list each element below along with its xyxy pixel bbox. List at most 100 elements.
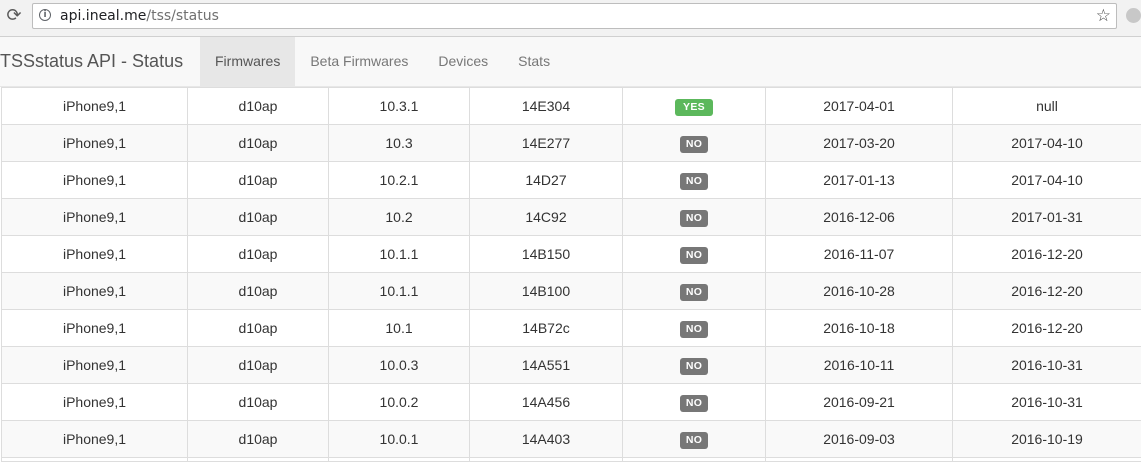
table-row: iPhone9,1 d10ap 10.1.1 14B150 NO 2016-11-07 20… [1, 235, 1141, 273]
signed-status-badge: NO [679, 357, 709, 375]
cell-version: 10.2 [328, 198, 470, 236]
signed-status-badge: NO [679, 283, 709, 301]
cell-model: d10ap [187, 235, 329, 273]
cell-released: 2016-10-28 [765, 272, 953, 310]
cell-signed: NO [622, 272, 766, 310]
cell-build: 14B150 [469, 235, 623, 273]
cell-unsigned: 2016-10-31 [952, 346, 1141, 384]
url-host: api.ineal.me [60, 8, 147, 24]
cell-model: d10ap [187, 346, 329, 384]
nav-tab-devices[interactable]: Devices [423, 37, 503, 86]
navbar: TSSstatus API - Status Firmwares Beta Fir… [0, 37, 1141, 87]
cell-model: d10ap [187, 198, 329, 236]
cell-version: 10.0.2 [328, 383, 470, 421]
cell-build: 14D27 [469, 161, 623, 199]
cell-version: 10.0.1 [328, 420, 470, 458]
cell-version: 10.3 [328, 124, 470, 162]
cell-build: 14C92 [469, 198, 623, 236]
cell-unsigned: 2016-12-20 [952, 235, 1141, 273]
cell-signed: YES [622, 87, 766, 125]
cell-signed: NO [622, 198, 766, 236]
url-path: /tss/status [146, 8, 219, 24]
cell-unsigned: 2016-12-20 [952, 272, 1141, 310]
cell-signed: NO [622, 235, 766, 273]
cell-version: 10.2.1 [328, 161, 470, 199]
cell-device: iPhone9,1 [1, 272, 188, 310]
cell-unsigned: null [952, 87, 1141, 125]
cell-signed: NO [622, 346, 766, 384]
table-row: iPhone9,1 d10ap 10.2 14C92 NO 2016-12-06 2017-… [1, 198, 1141, 236]
table-row: iPhone9,1 d10ap 10.0.1 14A403 NO 2016-09-03 20… [1, 420, 1141, 458]
cell-device: iPhone9,1 [1, 124, 188, 162]
cell-signed: NO [622, 383, 766, 421]
signed-status-badge: YES [675, 98, 713, 116]
table-row: iPhone9,1 d10ap 10.0.3 14A551 NO 2016-10-11 20… [1, 346, 1141, 384]
cell-build: 14E277 [469, 124, 623, 162]
table-row: iPhone9,1 d10ap 10.3 14E277 NO 2017-03-20 2017… [1, 124, 1141, 162]
cell-device: iPhone9,1 [1, 383, 188, 421]
cell-device: iPhone9,1 [1, 346, 188, 384]
cell-build: 14B72c [469, 309, 623, 347]
cell-released: 2016-09-21 [765, 383, 953, 421]
bookmark-star-icon[interactable]: ☆ [1096, 6, 1111, 26]
cell-released: 2016-12-06 [765, 198, 953, 236]
cell-released: 2016-11-07 [765, 235, 953, 273]
cell-signed: NO [622, 309, 766, 347]
table-row: iPhone9,1 d10ap 10.1 14B72c NO 2016-10-18 2016… [1, 309, 1141, 347]
cell-build: 14B100 [469, 272, 623, 310]
table-row-partial [1, 457, 1141, 462]
cell-build: 14E304 [469, 87, 623, 125]
cell-released: 2016-10-18 [765, 309, 953, 347]
extension-icon[interactable] [1126, 8, 1141, 23]
cell-unsigned: 2017-04-10 [952, 161, 1141, 199]
cell-released: 2017-03-20 [765, 124, 953, 162]
cell-signed: NO [622, 124, 766, 162]
firmware-table-container: iPhone9,1 d10ap 10.3.1 14E304 YES 2017-04-01 n… [1, 87, 1141, 466]
table-row: iPhone9,1 d10ap 10.3.1 14E304 YES 2017-04-01 n… [1, 87, 1141, 125]
brand-title[interactable]: TSSstatus API - Status [0, 37, 183, 86]
cell-device: iPhone9,1 [1, 235, 188, 273]
cell-model: d10ap [187, 161, 329, 199]
firmware-table: iPhone9,1 d10ap 10.3.1 14E304 YES 2017-04-01 n… [1, 87, 1141, 462]
signed-status-badge: NO [679, 209, 709, 227]
cell-released: 2017-04-01 [765, 87, 953, 125]
signed-status-badge: NO [679, 394, 709, 412]
cell-released: 2016-10-11 [765, 346, 953, 384]
nav-tab-firmwares[interactable]: Firmwares [200, 37, 296, 86]
cell-build: 14A551 [469, 346, 623, 384]
cell-signed: NO [622, 420, 766, 458]
cell-unsigned: 2016-12-20 [952, 309, 1141, 347]
cell-signed: NO [622, 161, 766, 199]
cell-device: iPhone9,1 [1, 309, 188, 347]
reload-icon[interactable]: ⟳ [4, 6, 24, 26]
info-icon[interactable]: i [39, 9, 51, 21]
cell-model: d10ap [187, 420, 329, 458]
cell-device: iPhone9,1 [1, 161, 188, 199]
cell-version: 10.1.1 [328, 272, 470, 310]
cell-device: iPhone9,1 [1, 420, 188, 458]
nav-tab-beta-firmwares[interactable]: Beta Firmwares [295, 37, 423, 86]
table-row: iPhone9,1 d10ap 10.2.1 14D27 NO 2017-01-13 201… [1, 161, 1141, 199]
cell-build: 14A403 [469, 420, 623, 458]
cell-version: 10.1 [328, 309, 470, 347]
browser-toolbar: ⟳ i api.ineal.me/tss/status ☆ [0, 0, 1141, 37]
cell-model: d10ap [187, 383, 329, 421]
cell-model: d10ap [187, 272, 329, 310]
signed-status-badge: NO [679, 135, 709, 153]
address-bar[interactable]: i api.ineal.me/tss/status ☆ [32, 3, 1117, 29]
table-row: iPhone9,1 d10ap 10.0.2 14A456 NO 2016-09-21 20… [1, 383, 1141, 421]
cell-device: iPhone9,1 [1, 87, 188, 125]
signed-status-badge: NO [679, 431, 709, 449]
cell-device: iPhone9,1 [1, 198, 188, 236]
signed-status-badge: NO [679, 320, 709, 338]
cell-released: 2016-09-03 [765, 420, 953, 458]
cell-unsigned: 2017-04-10 [952, 124, 1141, 162]
url-text[interactable]: api.ineal.me/tss/status [60, 8, 219, 25]
table-row: iPhone9,1 d10ap 10.1.1 14B100 NO 2016-10-28 20… [1, 272, 1141, 310]
cell-model: d10ap [187, 87, 329, 125]
cell-released: 2017-01-13 [765, 161, 953, 199]
nav-tab-stats[interactable]: Stats [503, 37, 565, 86]
signed-status-badge: NO [679, 246, 709, 264]
cell-version: 10.3.1 [328, 87, 470, 125]
cell-model: d10ap [187, 309, 329, 347]
